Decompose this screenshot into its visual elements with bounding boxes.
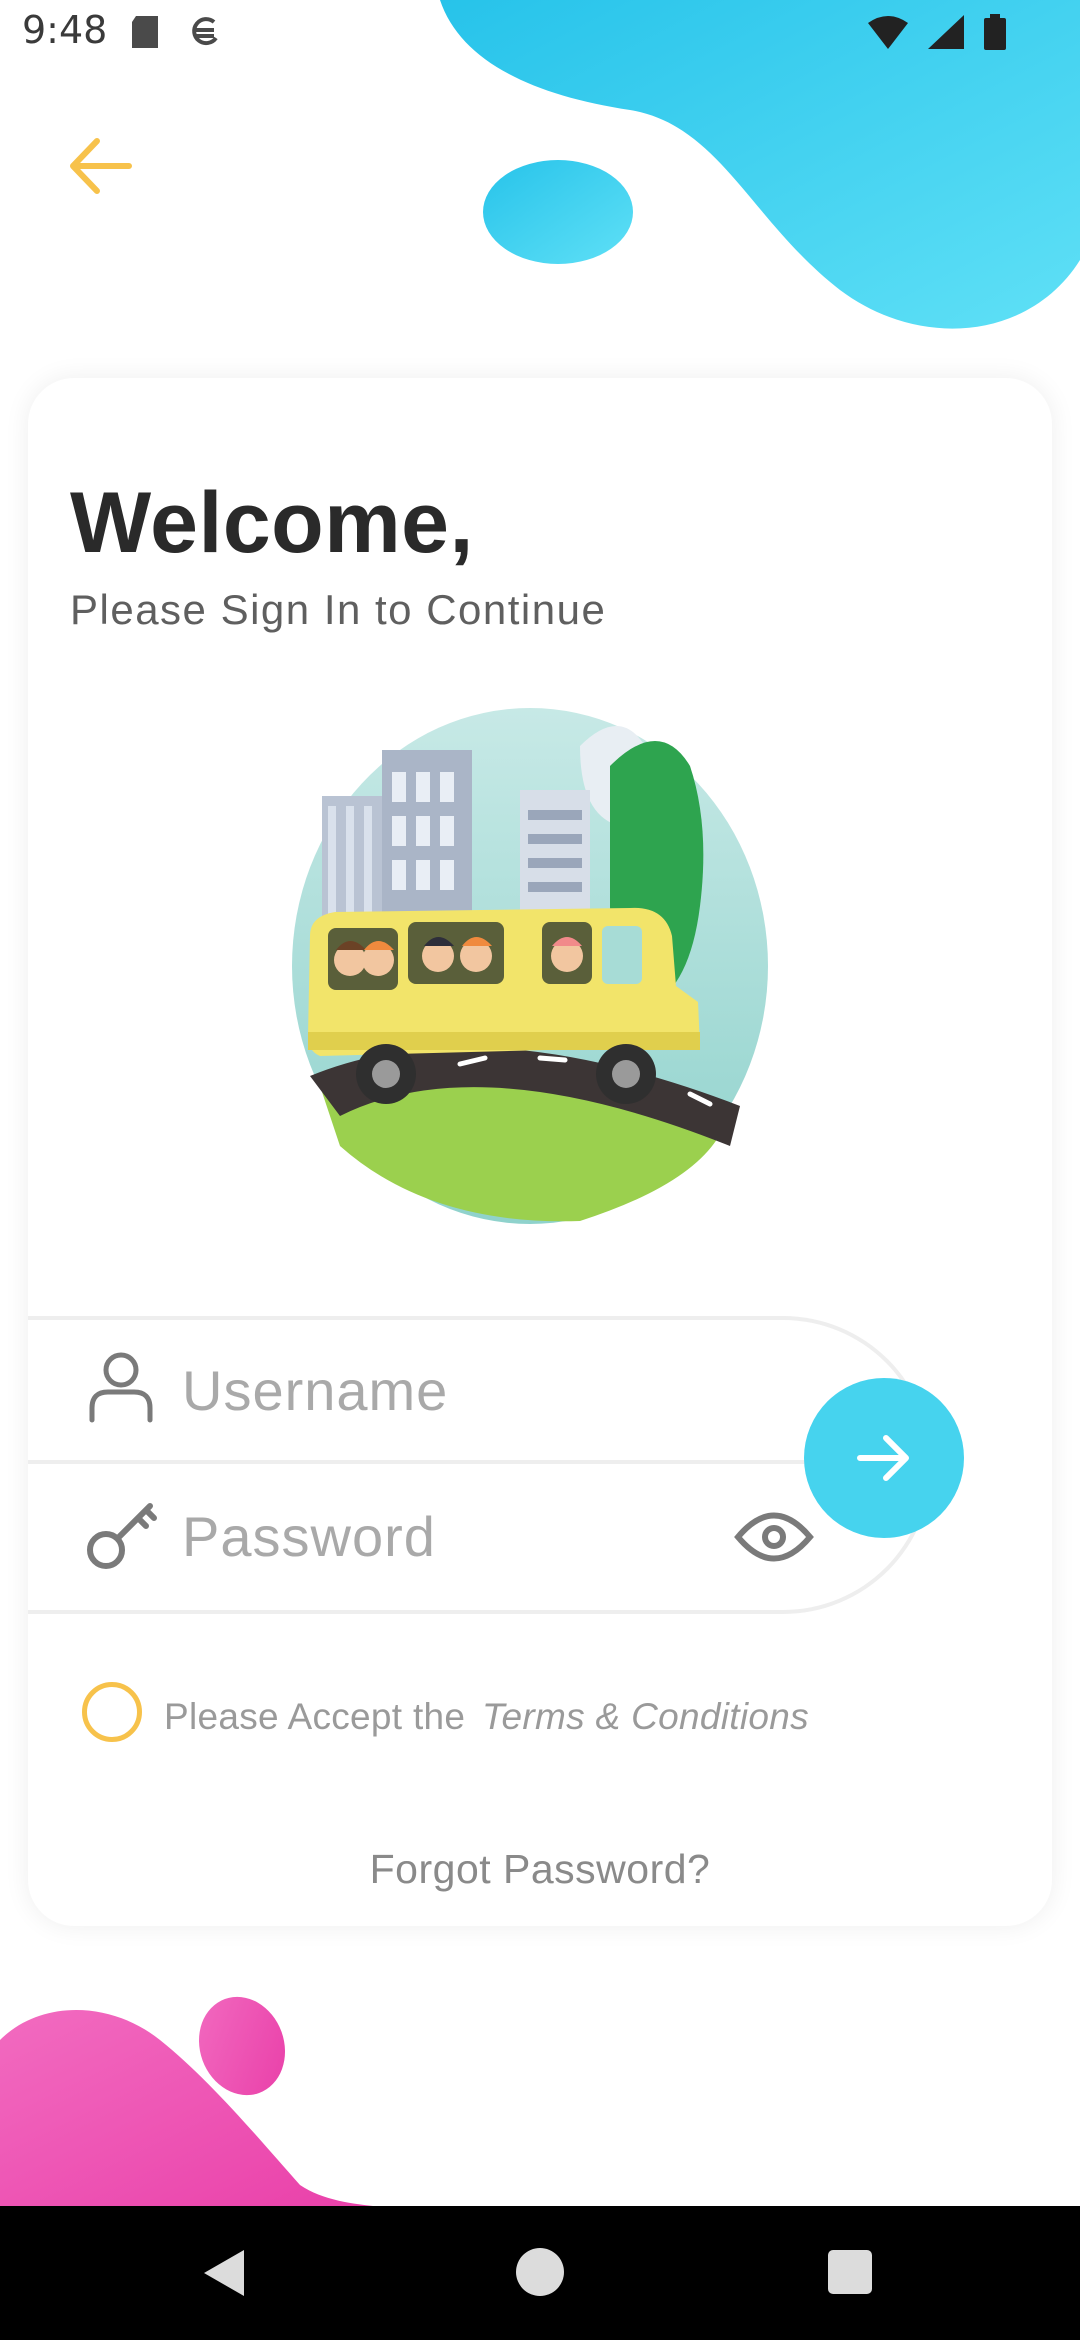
terms-accept-radio[interactable] <box>82 1682 142 1742</box>
arrow-right-icon <box>857 1435 909 1481</box>
forgot-password-link[interactable]: Forgot Password? <box>0 1846 1080 1893</box>
welcome-title: Welcome, <box>70 475 474 571</box>
arrow-left-icon <box>70 138 132 194</box>
recents-square-icon[interactable] <box>828 2250 872 2294</box>
signal-icon <box>928 15 964 49</box>
cyan-blob-decoration <box>440 0 1080 329</box>
status-time: 9:48 <box>22 8 108 52</box>
terms-conditions-link[interactable]: Terms & Conditions <box>482 1696 809 1738</box>
status-right-icons <box>868 14 1006 50</box>
password-input[interactable] <box>182 1498 682 1574</box>
welcome-subtitle: Please Sign In to Continue <box>70 586 607 633</box>
back-triangle-icon[interactable] <box>200 2248 248 2298</box>
home-circle-icon[interactable] <box>516 2248 564 2296</box>
key-icon <box>87 1503 157 1569</box>
user-icon <box>89 1352 153 1423</box>
terms-prefix-text: Please Accept the <box>164 1696 466 1737</box>
eye-icon <box>734 1512 814 1562</box>
battery-icon <box>984 14 1006 50</box>
sign-in-submit-button[interactable] <box>804 1378 964 1538</box>
show-password-toggle[interactable] <box>734 1502 814 1572</box>
status-left-icons <box>128 14 222 50</box>
pink-blob-decoration <box>0 1996 410 2210</box>
wifi-icon <box>868 16 908 49</box>
back-button[interactable] <box>60 126 140 206</box>
school-bus-illustration <box>292 708 768 1224</box>
sd-card-icon <box>132 16 158 48</box>
username-input[interactable] <box>182 1352 742 1428</box>
sync-icon <box>192 17 218 46</box>
field-divider <box>28 1460 878 1464</box>
